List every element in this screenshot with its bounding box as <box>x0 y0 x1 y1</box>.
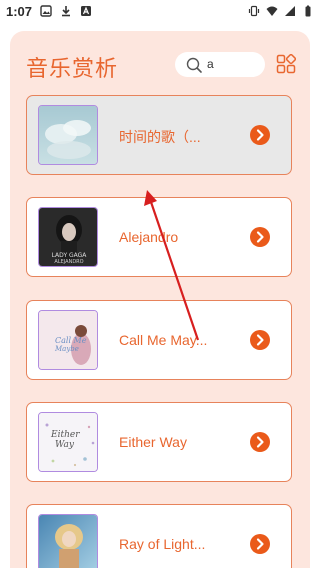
chevron-right-icon <box>256 129 264 141</box>
download-icon <box>62 6 70 17</box>
song-title: 时间的歌（... <box>119 129 201 145</box>
svg-text:ALEJANDRO: ALEJANDRO <box>54 259 83 265</box>
chevron-right-icon <box>256 231 264 243</box>
chevron-right-icon <box>256 436 264 448</box>
album-cover: Call Me Maybe <box>38 310 98 370</box>
category-grid-icon[interactable] <box>276 54 296 74</box>
album-cover <box>38 514 98 568</box>
svg-text:Maybe: Maybe <box>54 345 79 353</box>
image-icon <box>40 5 52 17</box>
play-button[interactable] <box>250 227 270 247</box>
song-title: Alejandro <box>119 229 179 245</box>
music-panel: 音乐赏析 a 时间的歌（... LADY GAGA ALEJANDRO Alej… <box>10 31 310 568</box>
text-a-icon <box>81 6 91 16</box>
play-button[interactable] <box>250 330 270 350</box>
status-bar: 1:07 <box>0 0 320 24</box>
search-icon <box>186 57 202 73</box>
vibrate-icon <box>248 5 260 17</box>
album-cover <box>38 105 98 165</box>
svg-text:Either: Either <box>50 430 80 440</box>
song-card[interactable]: Call Me Maybe Call Me May... <box>26 300 292 380</box>
chevron-right-icon <box>256 538 264 550</box>
song-title: Ray of Light... <box>119 536 206 552</box>
svg-text:Way: Way <box>55 440 75 450</box>
search-input[interactable]: a <box>175 52 265 77</box>
battery-icon <box>305 5 311 17</box>
song-card[interactable]: Ray of Light... <box>26 504 292 568</box>
album-cover: Either Way <box>38 412 98 472</box>
search-value: a <box>207 57 214 71</box>
page-title: 音乐赏析 <box>26 57 119 82</box>
wifi-icon <box>266 6 278 16</box>
song-card[interactable]: Either Way Either Way <box>26 402 292 482</box>
play-button[interactable] <box>250 534 270 554</box>
chevron-right-icon <box>256 334 264 346</box>
song-title: Call Me May... <box>119 332 208 348</box>
album-cover: LADY GAGA ALEJANDRO <box>38 207 98 267</box>
song-card[interactable]: LADY GAGA ALEJANDRO Alejandro <box>26 197 292 277</box>
play-button[interactable] <box>250 432 270 452</box>
signal-icon <box>285 6 295 16</box>
play-button[interactable] <box>250 125 270 145</box>
status-time: 1:07 <box>6 4 33 19</box>
status-right-icons <box>248 5 314 17</box>
svg-text:Call Me: Call Me <box>55 336 87 345</box>
svg-text:LADY GAGA: LADY GAGA <box>52 252 88 259</box>
song-title: Either Way <box>119 434 187 450</box>
status-left-icons <box>40 5 92 17</box>
song-card[interactable]: 时间的歌（... <box>26 95 292 175</box>
